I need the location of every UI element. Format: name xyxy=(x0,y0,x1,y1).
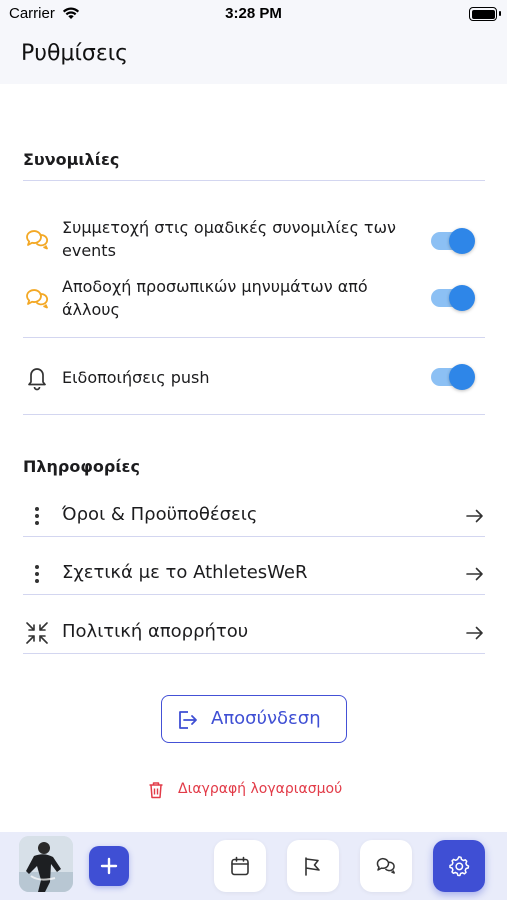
private-messages-toggle[interactable] xyxy=(431,285,475,311)
about-label: Σχετικά με το AthletesWeR xyxy=(62,562,308,583)
setting-row-group-chats: Συμμετοχή στις ομαδικές συνομιλίες των e… xyxy=(23,216,485,264)
delete-account-label: Διαγραφή λογαριασμού xyxy=(178,781,343,797)
divider xyxy=(23,594,485,595)
plus-icon xyxy=(100,857,118,875)
chat-bubbles-icon xyxy=(26,230,48,250)
link-row-privacy[interactable]: Πολιτική απορρήτου xyxy=(23,613,485,653)
divider xyxy=(23,536,485,537)
terms-label: Όροι & Προϋποθέσεις xyxy=(62,504,258,525)
tab-flag[interactable] xyxy=(287,840,339,892)
divider xyxy=(23,337,485,338)
private-messages-label: Αποδοχή προσωπικών μηνυμάτων από άλλους xyxy=(62,277,368,319)
group-chats-label: Συμμετοχή στις ομαδικές συνομιλίες των e… xyxy=(62,218,396,260)
privacy-label: Πολιτική απορρήτου xyxy=(62,621,249,642)
logout-button[interactable]: Αποσύνδεση xyxy=(161,695,347,743)
battery-icon xyxy=(469,7,501,21)
page-title: Ρυθμίσεις xyxy=(21,41,129,66)
add-button[interactable] xyxy=(89,846,129,886)
vertical-dots-icon xyxy=(35,565,39,583)
arrow-right-icon xyxy=(466,509,483,523)
toggle-knob xyxy=(449,285,475,311)
tab-calendar[interactable] xyxy=(214,840,266,892)
group-chats-toggle[interactable] xyxy=(431,228,475,254)
push-notifications-toggle[interactable] xyxy=(431,364,475,390)
flag-icon xyxy=(305,857,320,876)
vertical-dots-icon xyxy=(35,507,39,525)
toggle-knob xyxy=(449,228,475,254)
tab-settings[interactable] xyxy=(433,840,485,892)
push-notifications-label: Ειδοποιήσεις push xyxy=(62,368,210,387)
divider xyxy=(23,653,485,654)
status-bar: Carrier 3:28 PM xyxy=(0,0,507,28)
link-row-about[interactable]: Σχετικά με το AthletesWeR xyxy=(23,554,485,594)
calendar-icon xyxy=(231,856,249,876)
chat-bubbles-icon xyxy=(26,289,48,309)
arrow-right-icon xyxy=(466,567,483,581)
gear-icon xyxy=(449,856,470,877)
section-title-info: Πληροφορίες xyxy=(23,457,140,476)
profile-avatar[interactable] xyxy=(19,836,73,892)
toggle-knob xyxy=(449,364,475,390)
clock: 3:28 PM xyxy=(225,5,282,22)
link-row-terms[interactable]: Όροι & Προϋποθέσεις xyxy=(23,496,485,536)
arrow-right-icon xyxy=(466,626,483,640)
bell-icon xyxy=(28,368,46,391)
logout-label: Αποσύνδεση xyxy=(211,708,321,729)
trash-icon xyxy=(149,782,163,799)
setting-row-push: Ειδοποιήσεις push xyxy=(23,362,485,392)
divider xyxy=(23,414,485,415)
logout-icon xyxy=(179,711,197,729)
collapse-arrows-icon xyxy=(26,622,48,644)
page-header: Ρυθμίσεις xyxy=(0,28,507,84)
bottom-tab-bar xyxy=(0,832,507,900)
chat-bubbles-icon xyxy=(376,857,395,874)
divider xyxy=(23,180,485,181)
delete-account-link[interactable]: Διαγραφή λογαριασμού xyxy=(148,780,368,802)
section-title-chats: Συνομιλίες xyxy=(23,150,120,169)
tab-chats[interactable] xyxy=(360,840,412,892)
avatar-image xyxy=(19,836,73,892)
setting-row-private-messages: Αποδοχή προσωπικών μηνυμάτων από άλλους xyxy=(23,275,485,323)
